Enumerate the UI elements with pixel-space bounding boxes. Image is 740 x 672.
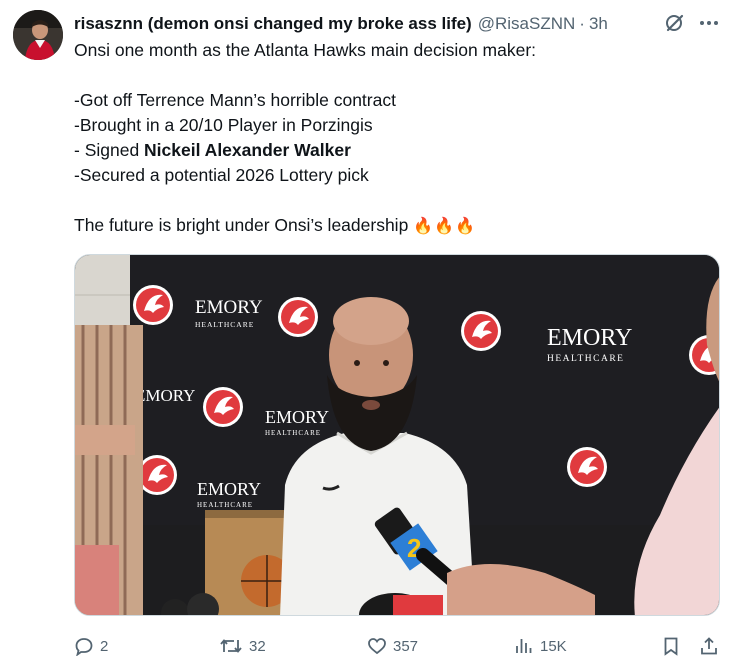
- sponsor-wordmark: EMORY: [265, 407, 329, 427]
- tweet-media-photo[interactable]: EMORY HEALTHCARE EMORY HEALTHCARE EMORY …: [74, 254, 720, 616]
- grok-icon[interactable]: [664, 12, 686, 34]
- tweet-line-closing: The future is bright under Onsi’s leader…: [74, 213, 714, 238]
- sponsor-wordmark: EMORY: [197, 479, 261, 499]
- bookmark-icon: [664, 637, 678, 656]
- tweet-line-signed: - Signed Nickeil Alexander Walker: [74, 138, 714, 163]
- repost-icon: [220, 639, 242, 653]
- repost-count: 32: [249, 637, 266, 655]
- tweet-line: -Got off Terrence Mann’s horrible contra…: [74, 90, 396, 110]
- like-icon: [368, 638, 386, 655]
- tweet-line: Onsi one month as the Atlanta Hawks main…: [74, 40, 537, 60]
- action-bar: 2 32 357 15K: [0, 632, 740, 660]
- share-button[interactable]: [699, 632, 719, 660]
- tweet-text: Onsi one month as the Atlanta Hawks main…: [74, 38, 714, 238]
- views-button[interactable]: 15K: [514, 632, 567, 660]
- like-button[interactable]: 357: [367, 632, 418, 660]
- signed-prefix: - Signed: [74, 140, 145, 160]
- fire-emoji-icon: 🔥🔥🔥: [413, 218, 476, 235]
- sponsor-sub: HEALTHCARE: [195, 320, 254, 329]
- sponsor-sub: HEALTHCARE: [547, 354, 624, 364]
- reply-button[interactable]: 2: [74, 632, 108, 660]
- timestamp[interactable]: 3h: [589, 14, 608, 34]
- sponsor-sub: HEALTHCARE: [197, 501, 253, 509]
- more-icon[interactable]: [697, 12, 721, 34]
- tweet-card[interactable]: risasznn (demon onsi changed my broke as…: [0, 0, 740, 672]
- repost-button[interactable]: 32: [219, 632, 266, 660]
- mention-bold-name: Nickeil Alexander Walker: [144, 140, 351, 160]
- closing-text: The future is bright under Onsi’s leader…: [74, 215, 409, 235]
- sponsor-sub: HEALTHCARE: [265, 429, 321, 437]
- views-count: 15K: [540, 637, 567, 655]
- sponsor-wordmark: EMORY: [135, 386, 195, 405]
- display-name[interactable]: risasznn (demon onsi changed my broke as…: [74, 14, 472, 34]
- user-handle[interactable]: @RisaSZNN: [478, 14, 576, 34]
- sponsor-wordmark: EMORY: [195, 297, 263, 318]
- tweet-line: -Brought in a 20/10 Player in Porzingis: [74, 115, 373, 135]
- avatar[interactable]: [13, 10, 63, 60]
- reply-count: 2: [100, 637, 109, 655]
- views-icon: [516, 639, 532, 653]
- share-icon: [701, 637, 717, 655]
- tweet-header: risasznn (demon onsi changed my broke as…: [74, 12, 608, 36]
- bookmark-button[interactable]: [661, 632, 681, 660]
- tweet-line: -Secured a potential 2026 Lottery pick: [74, 165, 369, 185]
- like-count: 357: [393, 637, 419, 655]
- sponsor-wordmark: EMORY: [547, 325, 632, 351]
- separator-dot: ·: [579, 14, 585, 33]
- reply-icon: [75, 638, 93, 656]
